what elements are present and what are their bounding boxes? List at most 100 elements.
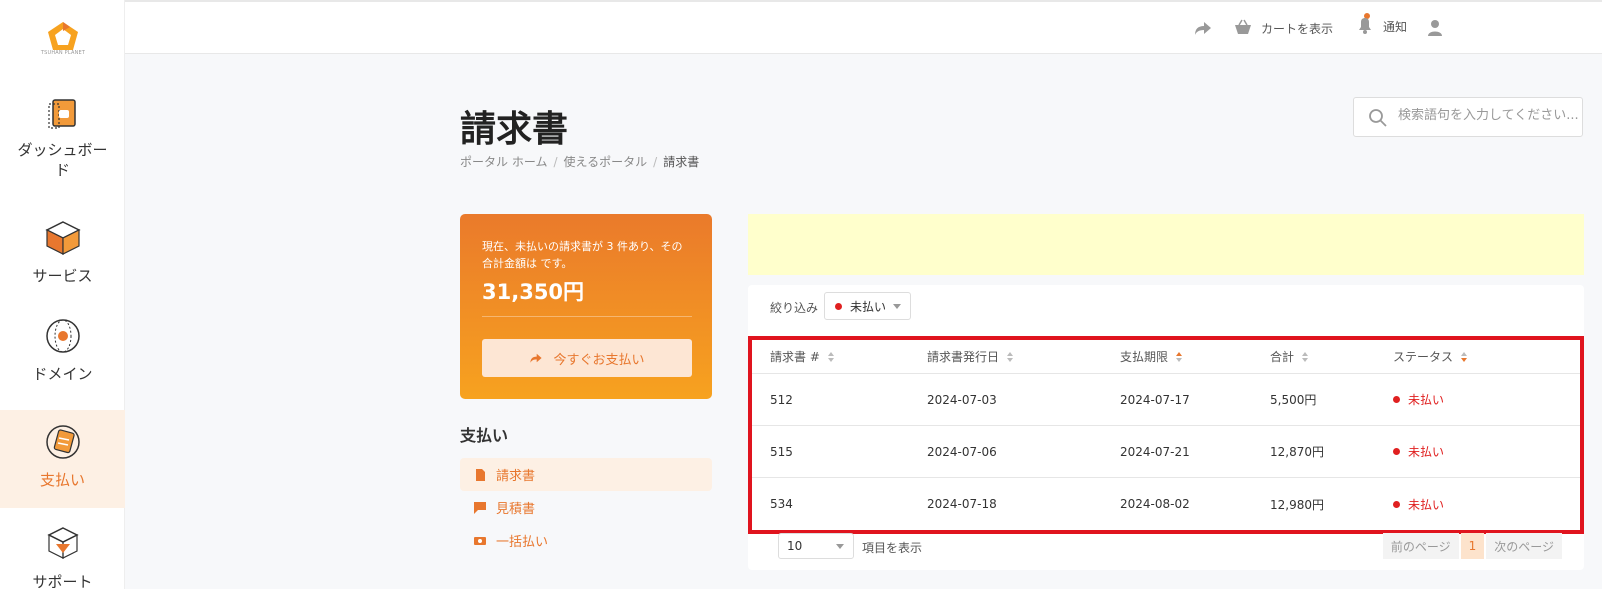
menu-item-label: 一括払い bbox=[496, 535, 549, 550]
due-date: 2024-08-02 bbox=[1120, 497, 1190, 511]
breadcrumb-portal[interactable]: 使えるポータル bbox=[564, 155, 648, 169]
table-footer: 10 項目を表示 前のページ 1 次のページ bbox=[748, 531, 1584, 561]
column-invoice-number[interactable]: 請求書 # bbox=[770, 340, 834, 373]
logo-text: TSUHAN PLANET bbox=[40, 50, 86, 56]
table-row[interactable]: 534 2024-07-18 2024-08-02 12,980円 未払い bbox=[752, 478, 1580, 530]
unpaid-summary-card: 現在、未払いの請求書が 3 件あり、その合計金額は です。 31,350円 今す… bbox=[460, 214, 712, 399]
column-label: 支払期限 bbox=[1120, 350, 1169, 364]
per-page-value: 10 bbox=[787, 539, 803, 553]
sidebar-item-label: 支払い bbox=[39, 471, 85, 489]
total: 12,870円 bbox=[1270, 445, 1324, 459]
status-badge: 未払い bbox=[1393, 426, 1444, 477]
sidebar-item-label: ダッシュボード bbox=[17, 141, 108, 179]
menu-item-bulk-pay[interactable]: 一括払い bbox=[460, 524, 712, 557]
invoice-number: 512 bbox=[770, 392, 793, 407]
sort-icon bbox=[827, 351, 834, 362]
column-due-date[interactable]: 支払期限 bbox=[1120, 340, 1183, 373]
comment-icon bbox=[474, 501, 486, 514]
sidebar-item-services[interactable]: サービス bbox=[0, 212, 125, 302]
status-label: 未払い bbox=[1408, 445, 1445, 459]
menu-item-invoices[interactable]: 請求書 bbox=[460, 458, 712, 491]
share-icon bbox=[530, 353, 543, 363]
search-icon bbox=[1369, 109, 1387, 127]
document-icon bbox=[476, 468, 485, 481]
chevron-down-icon bbox=[836, 544, 844, 549]
sidebar-item-domains[interactable]: ドメイン bbox=[0, 312, 125, 402]
pay-now-label: 今すぐお支払い bbox=[553, 352, 645, 368]
sort-icon bbox=[1007, 351, 1014, 362]
table-row[interactable]: 515 2024-07-06 2024-07-21 12,870円 未払い bbox=[752, 426, 1580, 478]
column-total[interactable]: 合計 bbox=[1270, 340, 1309, 373]
sidebar: TSUHAN PLANET ダッシュボード サービス ドメイン 支払い サポート bbox=[0, 0, 125, 589]
prev-page-button[interactable]: 前のページ bbox=[1382, 533, 1459, 559]
invoice-table-card: 絞り込み 未払い 請求書 # 請求書発行日 支払期限 合計 ステータス 512 … bbox=[748, 285, 1584, 570]
support-icon bbox=[46, 527, 79, 559]
status-filter-select[interactable]: 未払い bbox=[824, 292, 911, 320]
filter-label: 絞り込み bbox=[770, 301, 819, 315]
menu-item-label: 見積書 bbox=[496, 502, 536, 517]
column-label: ステータス bbox=[1393, 350, 1454, 364]
total: 12,980円 bbox=[1270, 497, 1324, 512]
column-label: 請求書 # bbox=[770, 350, 820, 364]
status-dot-icon bbox=[1393, 500, 1400, 508]
column-status[interactable]: ステータス bbox=[1393, 340, 1468, 373]
page-title: 請求書 bbox=[460, 109, 569, 150]
sort-icon bbox=[1302, 351, 1309, 362]
menu-item-quotes[interactable]: 見積書 bbox=[460, 491, 712, 524]
sidebar-item-label: ドメイン bbox=[32, 365, 93, 383]
globe-icon bbox=[45, 319, 80, 353]
breadcrumb-current: 請求書 bbox=[663, 155, 700, 169]
pay-now-button[interactable]: 今すぐお支払い bbox=[482, 339, 692, 377]
status-dot-icon bbox=[1393, 396, 1400, 403]
status-label: 未払い bbox=[1408, 393, 1445, 407]
dashboard-icon bbox=[47, 99, 76, 129]
notifications-button[interactable]: 通知 bbox=[1355, 12, 1408, 35]
chevron-down-icon bbox=[893, 304, 901, 309]
search-input[interactable] bbox=[1398, 108, 1578, 123]
sidebar-item-label: サービス bbox=[32, 267, 93, 285]
notice-banner bbox=[748, 214, 1584, 275]
per-page-label: 項目を表示 bbox=[862, 541, 923, 555]
page-1-button[interactable]: 1 bbox=[1460, 533, 1485, 559]
pagination: 前のページ 1 次のページ bbox=[1382, 533, 1562, 559]
column-label: 請求書発行日 bbox=[927, 350, 1000, 364]
issue-date: 2024-07-06 bbox=[927, 444, 997, 459]
cart-icon bbox=[1235, 19, 1251, 34]
sidebar-item-label: サポート bbox=[32, 573, 93, 589]
invoice-number: 515 bbox=[770, 444, 793, 459]
due-date: 2024-07-21 bbox=[1120, 444, 1190, 459]
invoice-table: 請求書 # 請求書発行日 支払期限 合計 ステータス 512 2024-07-0… bbox=[748, 336, 1584, 534]
breadcrumb: ポータル ホーム / 使えるポータル / 請求書 bbox=[460, 155, 700, 169]
payment-icon bbox=[45, 425, 80, 459]
search-box bbox=[1353, 97, 1583, 137]
summary-amount: 31,350円 bbox=[482, 280, 585, 304]
breadcrumb-portal-home[interactable]: ポータル ホーム bbox=[460, 155, 547, 169]
money-icon bbox=[474, 536, 486, 545]
bell-icon bbox=[1359, 12, 1371, 34]
table-header: 請求書 # 請求書発行日 支払期限 合計 ステータス bbox=[752, 340, 1580, 374]
share-icon bbox=[1195, 22, 1211, 35]
box-icon bbox=[44, 221, 81, 255]
notifications-label: 通知 bbox=[1383, 20, 1408, 34]
status-badge: 未払い bbox=[1393, 374, 1444, 425]
view-cart-button[interactable]: カートを表示 bbox=[1233, 18, 1333, 38]
summary-description: 現在、未払いの請求書が 3 件あり、その合計金額は です。 bbox=[482, 240, 683, 270]
per-page-select[interactable]: 10 bbox=[778, 533, 854, 559]
due-date: 2024-07-17 bbox=[1120, 392, 1190, 407]
status-label: 未払い bbox=[1408, 497, 1445, 512]
column-issue-date[interactable]: 請求書発行日 bbox=[927, 340, 1014, 373]
table-row[interactable]: 512 2024-07-03 2024-07-17 5,500円 未払い bbox=[752, 374, 1580, 426]
status-dot-icon bbox=[1393, 448, 1400, 455]
share-button[interactable] bbox=[1193, 18, 1213, 38]
next-page-button[interactable]: 次のページ bbox=[1486, 533, 1562, 559]
view-cart-label: カートを表示 bbox=[1261, 21, 1334, 36]
summary-divider bbox=[482, 316, 692, 317]
sidebar-item-payments[interactable]: 支払い bbox=[0, 410, 125, 508]
account-button[interactable] bbox=[1425, 18, 1445, 38]
top-bar: カートを表示 通知 bbox=[125, 0, 1602, 54]
issue-date: 2024-07-03 bbox=[927, 392, 997, 407]
sidebar-item-support[interactable]: サポート bbox=[0, 524, 125, 589]
sidebar-item-dashboard[interactable]: ダッシュボード bbox=[0, 88, 125, 198]
menu-item-label: 請求書 bbox=[496, 469, 536, 484]
sort-icon bbox=[1461, 351, 1468, 362]
